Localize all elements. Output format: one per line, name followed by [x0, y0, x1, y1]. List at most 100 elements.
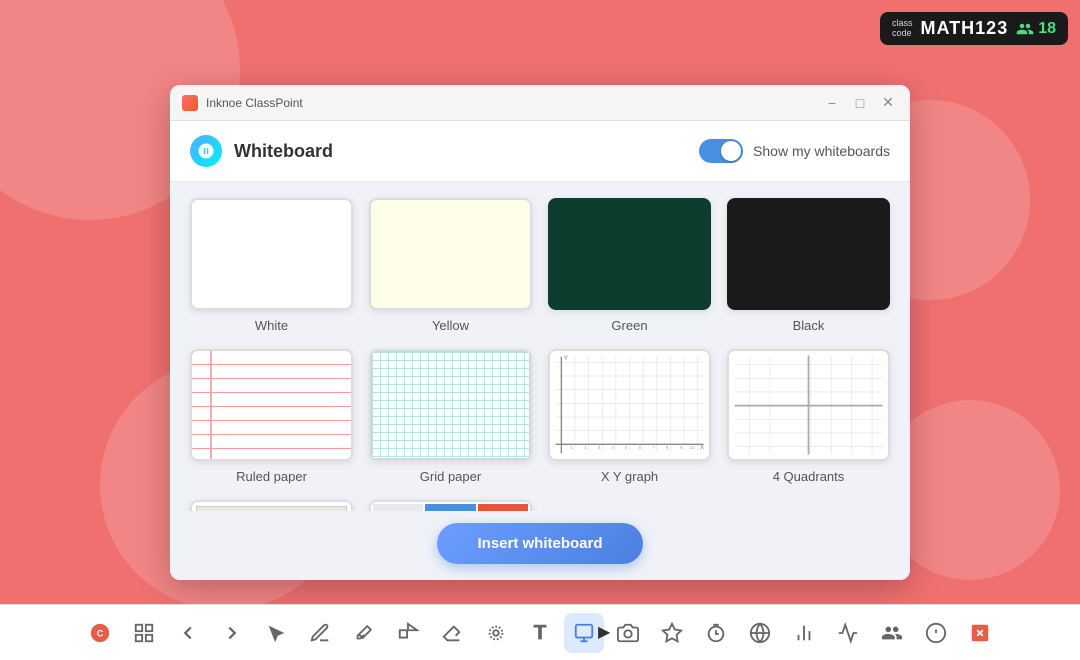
svg-text:5: 5 [625, 445, 628, 450]
modal-body: White Yellow Green Black [170, 182, 910, 511]
show-whiteboards-toggle[interactable] [699, 139, 743, 163]
back-button[interactable] [168, 613, 208, 653]
svg-text:1: 1 [570, 445, 573, 450]
text-button[interactable] [520, 613, 560, 653]
svg-text:8: 8 [666, 445, 669, 450]
eraser-icon [441, 622, 463, 644]
class-badge: class code MATH123 18 [880, 12, 1068, 45]
more-icon [925, 622, 947, 644]
highlighter-button[interactable] [344, 613, 384, 653]
class-code-value: MATH123 [921, 18, 1009, 39]
whiteboard-label-yellow: Yellow [432, 318, 469, 333]
browser-button[interactable] [740, 613, 780, 653]
shapes-button[interactable] [388, 613, 428, 653]
eraser-button[interactable] [432, 613, 472, 653]
whiteboard-option-black[interactable]: Black [727, 198, 890, 333]
camera-icon [617, 622, 639, 644]
toolbar: C [0, 604, 1080, 660]
pen-icon [309, 622, 331, 644]
end-button[interactable] [960, 613, 1000, 653]
whiteboard-label-quad: 4 Quadrants [773, 469, 845, 484]
forward-button[interactable] [212, 613, 252, 653]
svg-text:4: 4 [611, 445, 614, 450]
star-icon [661, 622, 683, 644]
modal-header: Whiteboard Show my whiteboards [170, 121, 910, 182]
whiteboard-label-ruled: Ruled paper [236, 469, 307, 484]
insert-whiteboard-button[interactable]: Insert whiteboard [437, 523, 642, 564]
whiteboard-grid: White Yellow Green Black [190, 198, 890, 511]
whiteboard-option-green[interactable]: Green [548, 198, 711, 333]
whiteboard-modal: Inknoe ClassPoint − □ ✕ Whiteboard Show … [170, 85, 910, 580]
close-button[interactable]: ✕ [878, 93, 898, 113]
grid-icon [133, 622, 155, 644]
highlighter-icon [353, 622, 375, 644]
svg-text:Y: Y [564, 355, 569, 362]
minimize-button[interactable]: − [822, 93, 842, 113]
modal-header-left: Whiteboard [190, 135, 333, 167]
students-icon [1016, 20, 1034, 38]
whiteboard-preview-quad [727, 349, 890, 461]
chart-icon [793, 622, 815, 644]
toggle-container[interactable]: Show my whiteboards [699, 139, 890, 163]
svg-text:3: 3 [598, 445, 601, 450]
more-button[interactable] [916, 613, 956, 653]
browser-icon [749, 622, 771, 644]
shapes-icon [397, 622, 419, 644]
students-toolbar-icon [881, 622, 903, 644]
app-icon [182, 95, 198, 111]
back-icon [177, 622, 199, 644]
whiteboard-preview-yellow [369, 198, 532, 310]
modal-footer: Insert whiteboard [170, 511, 910, 580]
activity-icon [837, 622, 859, 644]
whiteboard-option-table[interactable]: Table [190, 500, 353, 511]
whiteboard-preview-ruled [190, 349, 353, 461]
classpoint-button[interactable]: C [80, 613, 120, 653]
svg-text:10: 10 [690, 445, 696, 450]
classpoint-icon: C [89, 622, 111, 644]
toggle-label: Show my whiteboards [753, 143, 890, 159]
timer-button[interactable] [696, 613, 736, 653]
modal-title: Whiteboard [234, 141, 333, 162]
whiteboard-label-black: Black [793, 318, 825, 333]
pointer-icon [265, 622, 287, 644]
grid-view-button[interactable] [124, 613, 164, 653]
whiteboard-label-grid: Grid paper [420, 469, 481, 484]
whiteboard-option-white[interactable]: White [190, 198, 353, 333]
whiteboard-preview-ctable [369, 500, 532, 511]
pointer-button[interactable] [256, 613, 296, 653]
whiteboard-label-green: Green [611, 318, 647, 333]
svg-text:X: X [700, 444, 705, 451]
chart-button[interactable] [784, 613, 824, 653]
whiteboard-option-quad[interactable]: 4 Quadrants [727, 349, 890, 484]
class-code-label: class code [892, 19, 913, 39]
whiteboard-preview-grid [369, 349, 532, 461]
svg-text:6: 6 [639, 445, 642, 450]
pen-button[interactable] [300, 613, 340, 653]
whiteboard-option-yellow[interactable]: Yellow [369, 198, 532, 333]
whiteboard-option-grid[interactable]: Grid paper [369, 349, 532, 484]
app-name: Inknoe ClassPoint [206, 96, 303, 110]
laser-button[interactable] [476, 613, 516, 653]
star-button[interactable] [652, 613, 692, 653]
whiteboard-icon [573, 622, 595, 644]
whiteboard-preview-green [548, 198, 711, 310]
whiteboard-preview-table [190, 500, 353, 511]
whiteboard-button[interactable] [564, 613, 604, 653]
maximize-button[interactable]: □ [850, 93, 870, 113]
whiteboard-option-ruled[interactable]: Ruled paper [190, 349, 353, 484]
whiteboard-option-xy[interactable]: Y X 1 2 3 4 5 6 7 8 9 10 [548, 349, 711, 484]
activity-button[interactable] [828, 613, 868, 653]
forward-icon [221, 622, 243, 644]
svg-text:2: 2 [584, 445, 587, 450]
whiteboard-preview-white [190, 198, 353, 310]
students-button[interactable] [872, 613, 912, 653]
text-icon [529, 622, 551, 644]
whiteboard-preview-xy: Y X 1 2 3 4 5 6 7 8 9 10 [548, 349, 711, 461]
whiteboard-option-ctable[interactable]: Color table [369, 500, 532, 511]
svg-text:7: 7 [652, 445, 655, 450]
modal-controls: − □ ✕ [822, 93, 898, 113]
camera-button[interactable] [608, 613, 648, 653]
timer-icon [705, 622, 727, 644]
whiteboard-label-white: White [255, 318, 288, 333]
whiteboard-preview-black [727, 198, 890, 310]
